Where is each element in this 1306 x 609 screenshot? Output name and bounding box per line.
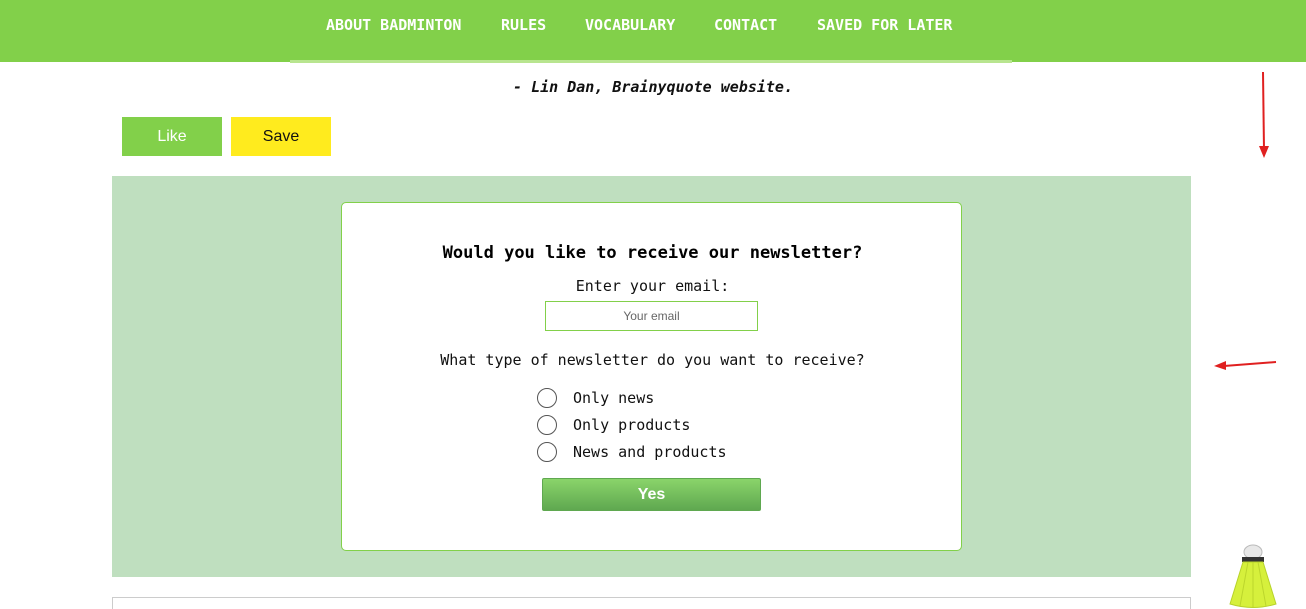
nav-item-contact[interactable]: CONTACT: [714, 16, 777, 34]
like-button[interactable]: Like: [122, 117, 222, 156]
email-label: Enter your email:: [575, 277, 730, 295]
radio-only-news[interactable]: Only news: [537, 387, 654, 409]
radio-only-products[interactable]: Only products: [537, 414, 690, 436]
radio-button[interactable]: [537, 415, 557, 435]
shuttlecock-icon[interactable]: [1228, 544, 1280, 609]
radio-label: Only news: [573, 389, 655, 407]
newsletter-title: Would you like to receive our newsletter…: [442, 243, 863, 263]
nav-item-rules[interactable]: RULES: [501, 16, 546, 34]
arrow-down-icon: [1259, 71, 1269, 158]
newsletter-submit-button[interactable]: Yes: [542, 478, 761, 511]
newsletter-card: Would you like to receive our newsletter…: [341, 202, 962, 551]
newsletter-type-question: What type of newsletter do you want to r…: [440, 351, 865, 369]
radio-label: Only products: [573, 416, 691, 434]
radio-button[interactable]: [537, 442, 557, 462]
nav-underline: [290, 60, 1012, 63]
nav-item-about-badminton[interactable]: ABOUT BADMINTON: [326, 16, 461, 34]
nav-item-saved-for-later[interactable]: SAVED FOR LATER: [817, 16, 952, 34]
email-field[interactable]: [545, 301, 758, 331]
radio-button[interactable]: [537, 388, 557, 408]
arrow-left-icon: [1214, 361, 1277, 370]
quote-attribution: - Lin Dan, Brainyquote website.: [513, 78, 793, 96]
radio-label: News and products: [573, 443, 727, 461]
nav-item-vocabulary[interactable]: VOCABULARY: [585, 16, 675, 34]
next-section-box: [112, 597, 1191, 609]
top-navigation: ABOUT BADMINTON RULES VOCABULARY CONTACT…: [0, 0, 1306, 63]
radio-news-and-products[interactable]: News and products: [537, 441, 727, 463]
save-button[interactable]: Save: [231, 117, 331, 156]
